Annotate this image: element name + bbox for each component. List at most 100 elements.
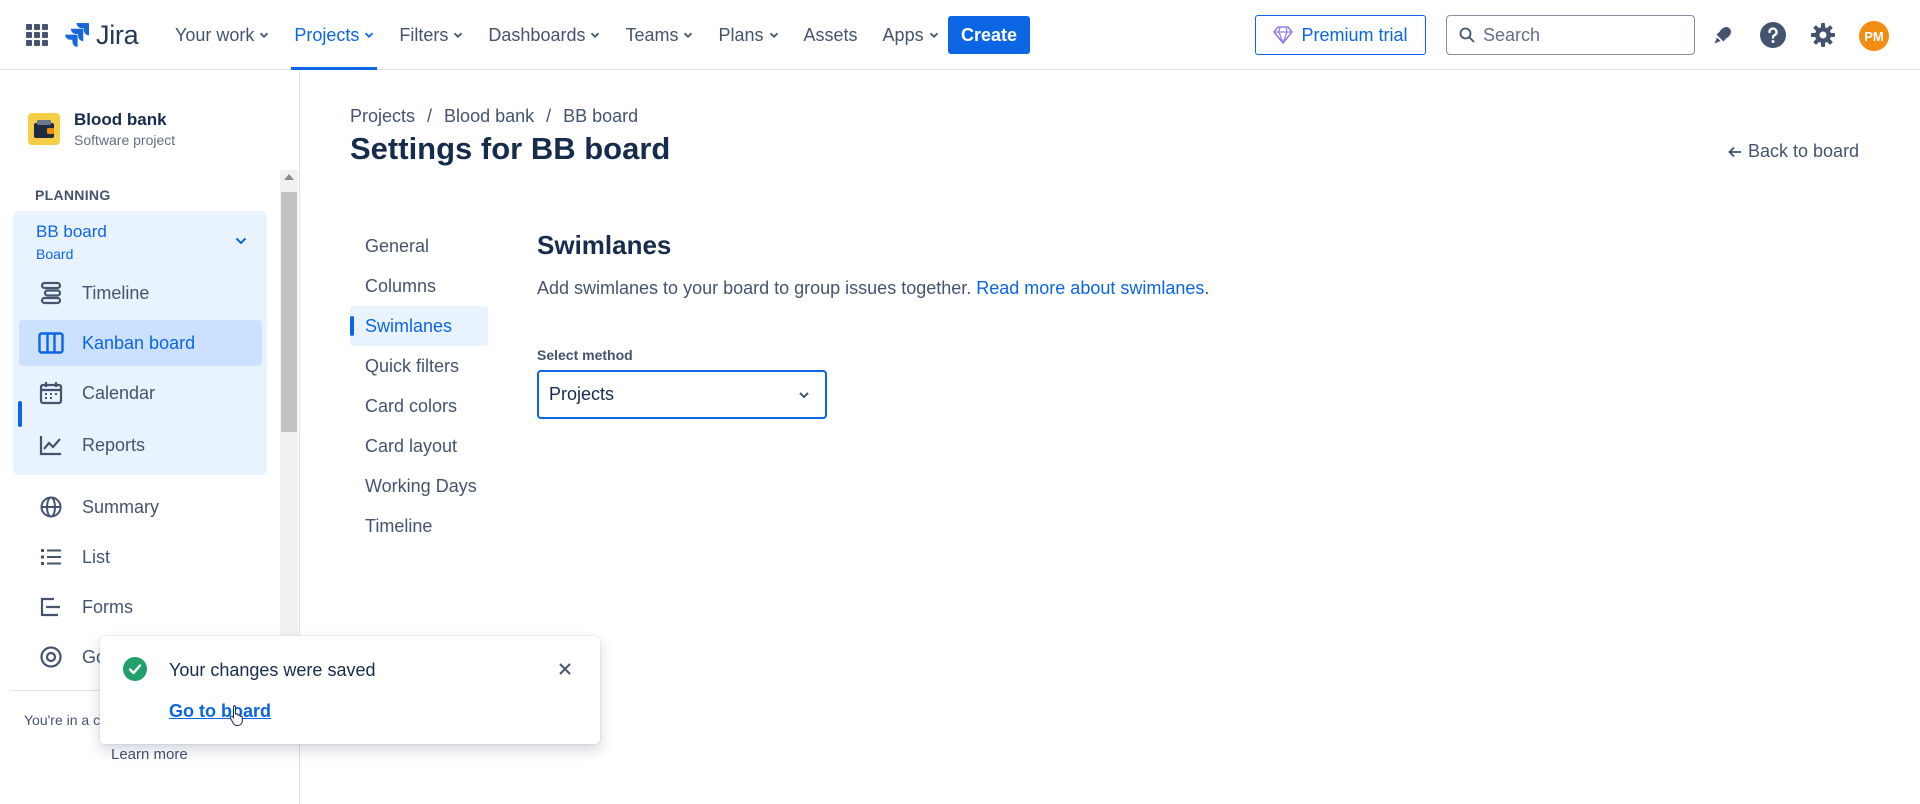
nav-label: Assets bbox=[803, 24, 858, 45]
chevron-down-icon bbox=[454, 32, 463, 38]
chevron-down-icon bbox=[769, 32, 778, 38]
jira-logo-icon bbox=[65, 23, 89, 47]
breadcrumb: Projects / Blood bank / BB board bbox=[350, 106, 638, 127]
nav-teams[interactable]: Teams bbox=[625, 0, 693, 70]
breadcrumb-separator: / bbox=[427, 106, 433, 126]
breadcrumb-projects[interactable]: Projects bbox=[350, 106, 415, 127]
project-name: Blood bank bbox=[74, 110, 167, 129]
nav-projects[interactable]: Projects bbox=[291, 0, 378, 70]
select-method-dropdown[interactable]: Projects bbox=[537, 370, 827, 419]
sidebar-item-label: Kanban board bbox=[82, 332, 196, 353]
reports-icon bbox=[38, 432, 64, 458]
nav-filters[interactable]: Filters bbox=[399, 0, 463, 70]
hand-cursor-icon bbox=[229, 705, 243, 726]
board-icon bbox=[38, 330, 64, 356]
settings-nav-quick-filters[interactable]: Quick filters bbox=[350, 346, 488, 386]
settings-nav-timeline[interactable]: Timeline bbox=[350, 506, 488, 546]
sidebar-item-label: Timeline bbox=[82, 282, 150, 303]
chevron-down-icon bbox=[365, 32, 374, 38]
sidebar-item-summary[interactable]: Summary bbox=[24, 484, 264, 530]
nav-your-work[interactable]: Your work bbox=[175, 0, 269, 70]
settings-nav-columns[interactable]: Columns bbox=[350, 266, 488, 306]
sidebar-item-reports[interactable]: Reports bbox=[24, 422, 264, 468]
planning-section-label: PLANNING bbox=[35, 187, 111, 203]
nav-dashboards[interactable]: Dashboards bbox=[488, 0, 600, 70]
primary-nav: Your work Projects Filters Dashboards Te… bbox=[175, 0, 964, 70]
breadcrumb-board[interactable]: BB board bbox=[563, 106, 638, 127]
search-input[interactable] bbox=[1483, 24, 1673, 46]
jira-logo[interactable]: Jira bbox=[64, 19, 139, 51]
help-icon[interactable] bbox=[1758, 20, 1788, 50]
search-box[interactable] bbox=[1446, 15, 1695, 55]
back-to-board-link[interactable]: Back to board bbox=[1728, 141, 1859, 162]
arrow-left-icon bbox=[1728, 146, 1741, 157]
chevron-down-icon bbox=[684, 32, 693, 38]
back-to-board-label: Back to board bbox=[1748, 141, 1860, 161]
chevron-down-icon bbox=[260, 32, 269, 38]
sidebar-item-calendar[interactable]: Calendar bbox=[24, 370, 264, 416]
section-description: Add swimlanes to your board to group iss… bbox=[537, 278, 1209, 299]
sidebar-item-forms[interactable]: Forms bbox=[24, 584, 264, 630]
settings-nav-general[interactable]: General bbox=[350, 226, 488, 266]
premium-trial-button[interactable]: Premium trial bbox=[1255, 15, 1426, 55]
chevron-down-icon[interactable] bbox=[234, 234, 248, 248]
select-method-value: Projects bbox=[549, 384, 615, 404]
project-header[interactable]: Blood bank Software project bbox=[28, 110, 175, 148]
read-more-link[interactable]: Read more about swimlanes bbox=[976, 278, 1204, 298]
close-icon[interactable] bbox=[555, 659, 575, 679]
settings-nav-card-layout[interactable]: Card layout bbox=[350, 426, 488, 466]
sidebar-item-label: Reports bbox=[82, 434, 146, 455]
sidebar-item-label: List bbox=[82, 546, 111, 567]
settings-icon[interactable] bbox=[1808, 20, 1838, 50]
description-text: Add swimlanes to your board to group iss… bbox=[537, 278, 972, 298]
settings-nav-card-colors[interactable]: Card colors bbox=[350, 386, 488, 426]
section-title: Swimlanes bbox=[537, 230, 672, 260]
breadcrumb-project[interactable]: Blood bank bbox=[444, 106, 534, 127]
nav-label: Teams bbox=[625, 24, 679, 45]
create-button[interactable]: Create bbox=[948, 16, 1030, 54]
nav-apps[interactable]: Apps bbox=[883, 0, 939, 70]
success-check-icon bbox=[123, 657, 147, 681]
nav-label: Apps bbox=[882, 24, 924, 45]
diamond-icon bbox=[1273, 26, 1294, 44]
nav-label: Plans bbox=[718, 24, 764, 45]
timeline-icon bbox=[38, 280, 64, 306]
sidebar-item-label: Forms bbox=[82, 596, 133, 617]
sidebar-item-list[interactable]: List bbox=[24, 534, 264, 580]
nav-label: Dashboards bbox=[488, 24, 586, 45]
sidebar-item-label: Calendar bbox=[82, 382, 156, 403]
go-to-board-link[interactable]: Go to board bbox=[169, 701, 271, 722]
settings-nav-swimlanes[interactable]: Swimlanes bbox=[350, 306, 488, 346]
learn-more-link[interactable]: Learn more bbox=[111, 746, 188, 763]
nav-label: Filters bbox=[399, 24, 449, 45]
sidebar-item-kanban-board[interactable]: Kanban board bbox=[19, 320, 262, 366]
chevron-down-icon bbox=[929, 32, 938, 38]
project-type: Software project bbox=[74, 132, 176, 148]
toast-title: Your changes were saved bbox=[169, 660, 376, 680]
app-switcher-icon[interactable] bbox=[26, 24, 48, 46]
board-switcher-title[interactable]: BB board bbox=[36, 222, 107, 242]
goals-icon bbox=[38, 644, 64, 670]
sidebar-item-timeline[interactable]: Timeline bbox=[24, 270, 264, 316]
active-indicator bbox=[18, 401, 22, 427]
notifications-icon[interactable] bbox=[1708, 20, 1738, 50]
nav-label: Your work bbox=[175, 24, 255, 45]
user-avatar[interactable]: PM bbox=[1859, 21, 1889, 51]
project-avatar bbox=[28, 113, 60, 145]
nav-plans[interactable]: Plans bbox=[718, 0, 778, 70]
premium-trial-label: Premium trial bbox=[1301, 24, 1408, 45]
calendar-icon bbox=[38, 380, 64, 406]
page-title: Settings for BB board bbox=[350, 131, 671, 166]
search-icon bbox=[1459, 27, 1475, 43]
globe-icon bbox=[38, 494, 64, 520]
forms-icon bbox=[38, 594, 64, 620]
logo-text: Jira bbox=[96, 19, 139, 50]
scroll-up-arrow-icon[interactable] bbox=[284, 174, 294, 180]
breadcrumb-separator: / bbox=[546, 106, 552, 126]
nav-label: Projects bbox=[294, 24, 360, 45]
nav-assets[interactable]: Assets bbox=[804, 0, 858, 70]
select-method-label: Select method bbox=[537, 347, 633, 363]
sidebar-scrollbar-thumb[interactable] bbox=[281, 192, 297, 432]
chevron-down-icon bbox=[591, 32, 600, 38]
settings-nav-working-days[interactable]: Working Days bbox=[350, 466, 488, 506]
